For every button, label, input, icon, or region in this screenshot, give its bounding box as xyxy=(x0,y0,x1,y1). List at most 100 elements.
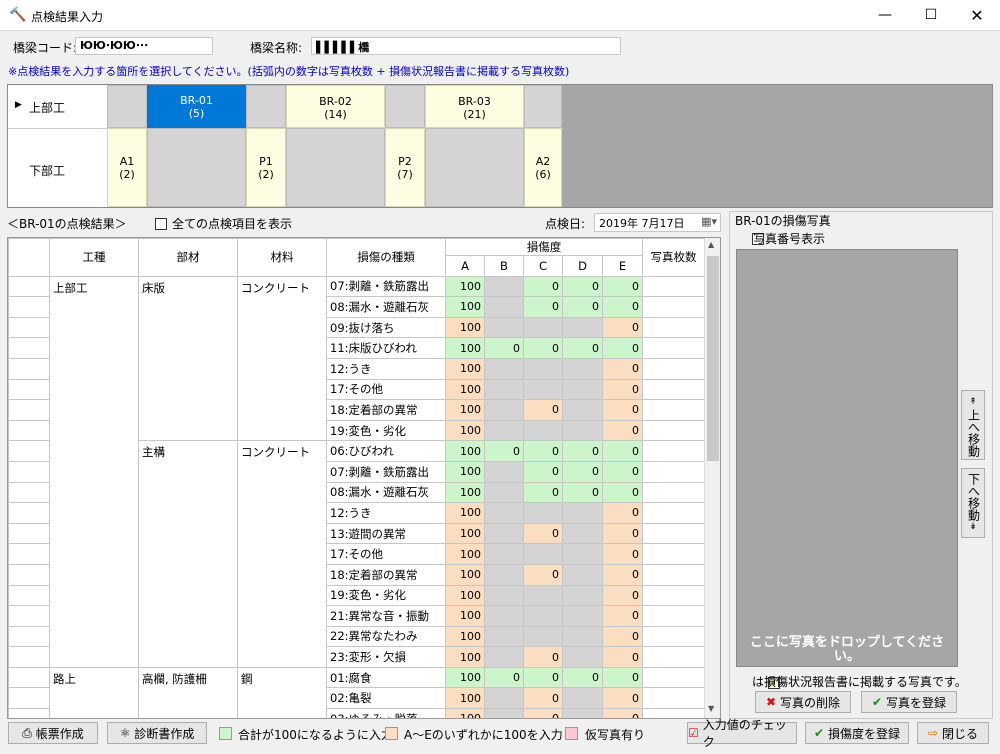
grade-cell-a[interactable]: 100 xyxy=(445,502,485,524)
substructure-a1[interactable]: A1 (2) xyxy=(107,128,147,207)
grade-cell-e[interactable]: 0 xyxy=(601,275,644,298)
row-header-cell[interactable] xyxy=(8,440,50,462)
row-header-cell[interactable] xyxy=(8,708,50,718)
grade-cell-c[interactable]: 0 xyxy=(523,399,563,421)
maximize-button[interactable]: ☐ xyxy=(908,0,954,31)
grade-cell-a[interactable]: 100 xyxy=(445,296,485,318)
grade-cell-e[interactable]: 0 xyxy=(601,522,644,545)
grade-cell-b[interactable] xyxy=(484,296,524,318)
grade-cell-d[interactable] xyxy=(562,378,603,401)
grade-cell-d[interactable]: 0 xyxy=(562,666,603,689)
row-header-cell[interactable] xyxy=(8,275,50,298)
grade-cell-a[interactable]: 100 xyxy=(445,357,485,380)
grade-cell-e[interactable]: 0 xyxy=(601,357,644,380)
close-window-button[interactable]: ✕ xyxy=(954,0,1000,31)
grade-cell-d[interactable]: 0 xyxy=(562,275,603,298)
grade-cell-e[interactable]: 0 xyxy=(601,502,644,524)
grade-cell-e[interactable]: 0 xyxy=(601,563,644,586)
row-header-cell[interactable] xyxy=(8,481,50,504)
grade-cell-a[interactable]: 100 xyxy=(445,337,485,359)
grade-cell-a[interactable]: 100 xyxy=(445,378,485,401)
grade-cell-c[interactable] xyxy=(523,419,563,442)
grade-cell-c[interactable]: 0 xyxy=(523,481,563,504)
grade-cell-e[interactable]: 0 xyxy=(601,666,644,689)
grade-cell-c[interactable]: 0 xyxy=(523,666,563,689)
grade-cell-d[interactable]: 0 xyxy=(562,440,603,462)
grade-cell-a[interactable]: 100 xyxy=(445,522,485,545)
grade-cell-d[interactable] xyxy=(562,584,603,607)
grade-cell-b[interactable] xyxy=(484,563,524,586)
grade-cell-a[interactable]: 100 xyxy=(445,419,485,442)
row-header-cell[interactable] xyxy=(8,357,50,380)
row-header-cell[interactable] xyxy=(8,563,50,586)
grade-cell-d[interactable]: 0 xyxy=(562,337,603,359)
row-header-cell[interactable] xyxy=(8,399,50,421)
date-picker[interactable]: 2019年 7月17日 ▦▾ xyxy=(594,213,721,232)
grade-cell-b[interactable] xyxy=(484,584,524,607)
grade-cell-b[interactable] xyxy=(484,399,524,421)
grade-cell-c[interactable] xyxy=(523,502,563,524)
grade-cell-e[interactable]: 0 xyxy=(601,625,644,648)
substructure-p1[interactable]: P1 (2) xyxy=(246,128,286,207)
grade-cell-e[interactable]: 0 xyxy=(601,481,644,504)
grade-cell-d[interactable]: 0 xyxy=(562,296,603,318)
grade-cell-b[interactable] xyxy=(484,605,524,627)
row-header-cell[interactable] xyxy=(8,337,50,359)
grade-cell-c[interactable]: 0 xyxy=(523,337,563,359)
grade-cell-a[interactable]: 100 xyxy=(445,275,485,298)
grade-cell-e[interactable]: 0 xyxy=(601,440,644,462)
grade-cell-d[interactable] xyxy=(562,687,603,710)
scroll-down-icon[interactable]: ▼ xyxy=(708,704,714,713)
row-header-cell[interactable] xyxy=(8,419,50,442)
row-header-cell[interactable] xyxy=(8,502,50,524)
row-header-cell[interactable] xyxy=(8,687,50,710)
grade-cell-b[interactable] xyxy=(484,316,524,339)
grade-cell-b[interactable]: 0 xyxy=(484,666,524,689)
grade-cell-c[interactable]: 0 xyxy=(523,708,563,718)
grade-cell-b[interactable] xyxy=(484,543,524,565)
grade-cell-b[interactable]: 0 xyxy=(484,337,524,359)
grade-cell-b[interactable] xyxy=(484,522,524,545)
register-photo-button[interactable]: ✔ 写真を登録 xyxy=(861,691,957,713)
grade-cell-e[interactable]: 0 xyxy=(601,605,644,627)
grade-cell-e[interactable]: 0 xyxy=(601,378,644,401)
grade-cell-d[interactable] xyxy=(562,543,603,565)
grade-cell-e[interactable]: 0 xyxy=(601,687,644,710)
grade-cell-e[interactable]: 0 xyxy=(601,543,644,565)
grade-cell-a[interactable]: 100 xyxy=(445,605,485,627)
grade-cell-c[interactable] xyxy=(523,378,563,401)
grade-cell-a[interactable]: 100 xyxy=(445,584,485,607)
row-header-cell[interactable] xyxy=(8,316,50,339)
span-br01[interactable]: BR-01 (5) xyxy=(147,85,246,128)
move-up-button[interactable]: ↟ 上へ移動 xyxy=(961,390,985,460)
grade-cell-c[interactable] xyxy=(523,357,563,380)
grade-cell-b[interactable] xyxy=(484,502,524,524)
grade-cell-c[interactable]: 0 xyxy=(523,522,563,545)
grade-cell-e[interactable]: 0 xyxy=(601,419,644,442)
scroll-up-icon[interactable]: ▲ xyxy=(708,240,714,249)
grade-cell-e[interactable]: 0 xyxy=(601,646,644,668)
scroll-thumb[interactable] xyxy=(707,256,719,461)
grade-cell-a[interactable]: 100 xyxy=(445,687,485,710)
grade-cell-e[interactable]: 0 xyxy=(601,584,644,607)
substructure-a2[interactable]: A2 (6) xyxy=(524,128,562,207)
form-create-button[interactable]: ⎙ 帳票作成 xyxy=(8,722,98,744)
grade-cell-c[interactable] xyxy=(523,605,563,627)
grade-cell-d[interactable] xyxy=(562,399,603,421)
grade-cell-b[interactable] xyxy=(484,646,524,668)
grade-cell-d[interactable] xyxy=(562,316,603,339)
grade-cell-c[interactable]: 0 xyxy=(523,275,563,298)
grade-cell-d[interactable] xyxy=(562,419,603,442)
span-br02[interactable]: BR-02 (14) xyxy=(286,85,385,128)
grade-cell-b[interactable] xyxy=(484,275,524,298)
table-scrollbar[interactable]: ▲ ▼ xyxy=(704,238,720,718)
move-down-button[interactable]: 下へ移動 ↡ xyxy=(961,468,985,538)
grade-cell-b[interactable] xyxy=(484,460,524,483)
diagnosis-create-button[interactable]: ⚛ 診断書作成 xyxy=(107,722,207,744)
grade-cell-b[interactable] xyxy=(484,378,524,401)
grade-cell-c[interactable]: 0 xyxy=(523,563,563,586)
register-degree-button[interactable]: ✔ 損傷度を登録 xyxy=(805,722,909,744)
grade-cell-a[interactable]: 100 xyxy=(445,481,485,504)
grade-cell-d[interactable]: 0 xyxy=(562,481,603,504)
grade-cell-a[interactable]: 100 xyxy=(445,460,485,483)
